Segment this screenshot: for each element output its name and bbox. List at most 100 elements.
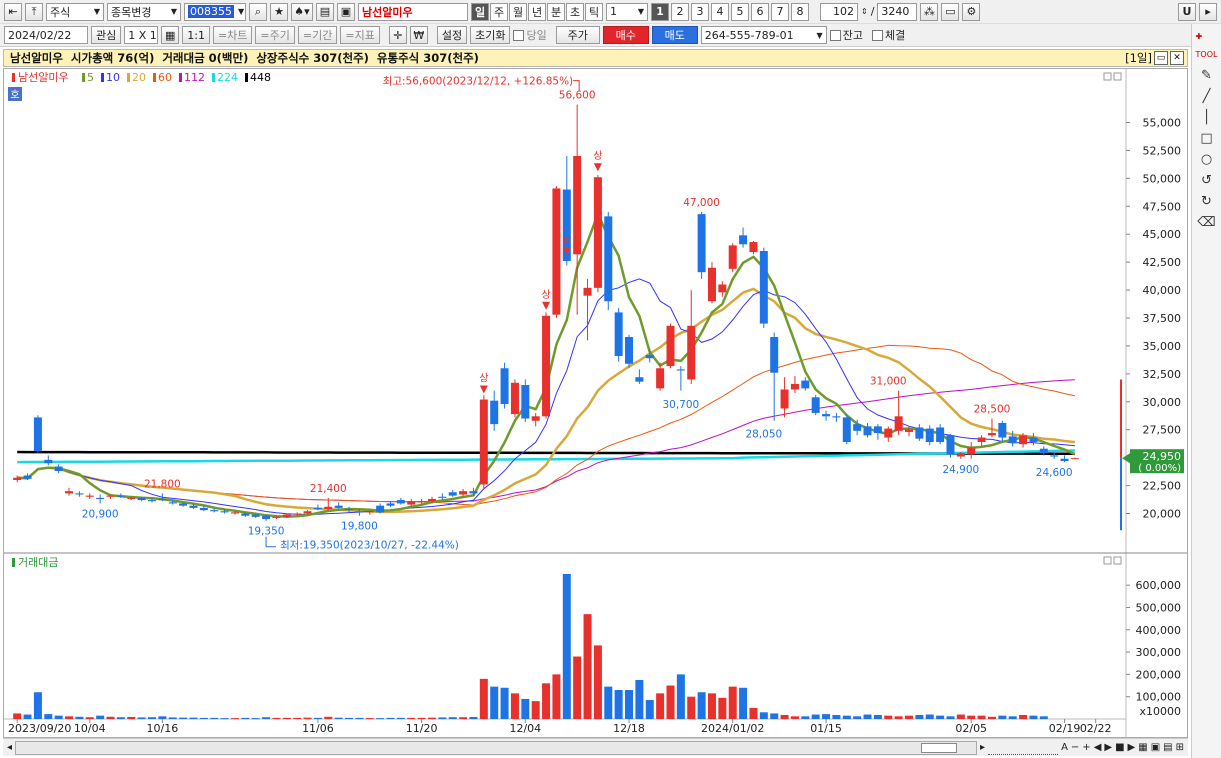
close-icon[interactable]: ✕ xyxy=(1170,51,1184,65)
change-stock-select[interactable]: 종목변경 ▼ xyxy=(107,2,181,21)
rewind-icon[interactable]: ◀ xyxy=(1094,742,1102,753)
candle-body xyxy=(552,188,561,315)
price-tick-label: 27,500 xyxy=(1143,424,1182,437)
count-input[interactable]: 102 xyxy=(820,2,858,21)
restore-icon[interactable]: ▭ xyxy=(1154,51,1168,65)
info-icon[interactable]: ▣ xyxy=(337,2,355,21)
account-select[interactable]: 264-555-789-01 ▼ xyxy=(700,26,827,44)
save-image-icon[interactable]: ▣ xyxy=(1151,742,1160,753)
period-menu-button[interactable]: =주기 xyxy=(255,26,295,44)
forward-icon[interactable]: ▶ xyxy=(1104,742,1112,753)
high-annotation: 최고:56,600(2023/12/12, +126.85%) xyxy=(383,76,574,88)
price-button[interactable]: 주가 xyxy=(555,26,600,44)
print-icon[interactable]: ▤ xyxy=(1163,742,1172,753)
star-icon[interactable]: ★ xyxy=(270,2,288,21)
pin-icon[interactable]: ⇤ xyxy=(4,2,22,21)
chart-menu-button[interactable]: =차트 xyxy=(212,26,253,44)
horizontal-scrollbar[interactable] xyxy=(15,740,978,755)
page-button-5[interactable]: 5 xyxy=(731,2,749,21)
line-icon[interactable]: ╱ xyxy=(1203,88,1211,106)
sell-button[interactable]: 매도 xyxy=(651,26,698,44)
tab-second[interactable]: 초 xyxy=(566,2,584,21)
settings-button[interactable]: 설정 xyxy=(436,26,468,44)
candle-body xyxy=(293,513,302,515)
tab-week[interactable]: 주 xyxy=(490,2,508,21)
excel-icon[interactable]: ▦ xyxy=(1138,742,1147,753)
candle-body xyxy=(479,399,488,485)
page-button-4[interactable]: 4 xyxy=(711,2,729,21)
page-button-2[interactable]: 2 xyxy=(671,2,689,21)
page-button-8[interactable]: 8 xyxy=(791,2,809,21)
zoom-slider[interactable] xyxy=(988,741,1059,755)
volume-bar xyxy=(96,715,105,719)
stock-name-field[interactable]: 남선알미우 xyxy=(358,2,468,21)
range-menu-button[interactable]: =기간 xyxy=(297,26,338,44)
won-icon[interactable]: ₩ xyxy=(409,26,428,44)
u-button[interactable]: U xyxy=(1178,2,1196,21)
reset-button[interactable]: 초기화 xyxy=(470,26,511,44)
zoom-in-icon[interactable]: A xyxy=(1061,742,1068,753)
tab-minute[interactable]: 분 xyxy=(547,2,565,21)
watch-button[interactable]: 관심 xyxy=(91,26,122,44)
period-value-select[interactable]: 1 ▼ xyxy=(606,2,648,21)
page-button-1[interactable]: 1 xyxy=(651,2,669,21)
gear-icon[interactable]: ⚙ xyxy=(962,2,981,21)
eraser-icon[interactable]: ⌫ xyxy=(1197,214,1215,232)
date-field[interactable]: 2024/02/22 xyxy=(4,26,88,44)
volume-bar xyxy=(759,712,768,719)
hline-icon[interactable]: │ xyxy=(1203,109,1211,127)
ratio-button[interactable]: 1:1 xyxy=(182,26,210,44)
candle-body xyxy=(251,514,260,517)
expand-icon[interactable]: ⊞ xyxy=(1176,742,1184,753)
fill-label: 체결 xyxy=(884,29,906,42)
legend-ma-label: 112 xyxy=(184,71,205,84)
buy-button[interactable]: 매수 xyxy=(602,26,649,44)
tab-month[interactable]: 월 xyxy=(509,2,527,21)
top-icon[interactable]: ⤒ xyxy=(25,2,43,21)
search-icon[interactable]: ⌕ xyxy=(249,2,267,21)
chart-panel[interactable]: 56,600 47,000 31,000 28,500 21,800 21,400 20,9… xyxy=(3,68,1188,738)
circle-icon[interactable]: ○ xyxy=(1201,151,1212,169)
balance-checkbox[interactable]: 잔고 xyxy=(829,27,863,43)
fill-checkbox[interactable]: 체결 xyxy=(871,27,906,43)
list-icon[interactable]: ▤ xyxy=(316,2,334,21)
undo-icon[interactable]: ↺ xyxy=(1201,172,1212,190)
stop-icon[interactable]: ■ xyxy=(1115,742,1124,753)
zoom-out-icon[interactable]: − xyxy=(1071,742,1079,753)
same-day-checkbox[interactable]: 당일 xyxy=(513,27,547,43)
scroll-left-icon[interactable]: ◂ xyxy=(7,742,12,753)
grid-icon[interactable]: ⁂ xyxy=(920,2,939,21)
market-type-select[interactable]: 주식 ▼ xyxy=(46,2,104,21)
tab-tick[interactable]: 틱 xyxy=(585,2,603,21)
layout-field[interactable]: 1 X 1 xyxy=(124,26,159,44)
scroll-thumb[interactable] xyxy=(921,742,958,753)
page-button-3[interactable]: 3 xyxy=(691,2,709,21)
page-button-6[interactable]: 6 xyxy=(751,2,769,21)
price-tick-label: 47,500 xyxy=(1143,200,1182,213)
stock-code-input[interactable]: 008355 ▼ xyxy=(184,2,246,21)
candle-body xyxy=(956,453,965,457)
volume-bar xyxy=(749,707,758,719)
add-icon[interactable]: + xyxy=(1082,742,1090,753)
volume-bar xyxy=(334,717,343,719)
crosshair-icon[interactable]: ✛ xyxy=(388,26,407,44)
scroll-right-icon[interactable]: ▸ xyxy=(980,742,985,753)
chevron-right-icon[interactable]: ▸ xyxy=(1199,2,1217,21)
tool-icon[interactable]: ✚ TOOL xyxy=(1196,28,1218,64)
page-button-7[interactable]: 7 xyxy=(771,2,789,21)
tab-day[interactable]: 일 xyxy=(471,2,489,21)
candle-body xyxy=(490,400,499,425)
pen-icon[interactable]: ✎ xyxy=(1201,67,1212,85)
save-icon[interactable]: ▭ xyxy=(941,2,960,21)
price-volume-chart[interactable]: 56,600 47,000 31,000 28,500 21,800 21,400 20,9… xyxy=(4,69,1187,737)
tab-year[interactable]: 년 xyxy=(528,2,546,21)
candle-body xyxy=(635,377,644,382)
alarm-icon[interactable]: ♠▾ xyxy=(291,2,313,21)
rect-icon[interactable]: □ xyxy=(1200,130,1212,148)
play-icon[interactable]: ▶ xyxy=(1128,742,1136,753)
date-tick-label: 01/15 xyxy=(810,722,842,735)
indicator-menu-button[interactable]: =지표 xyxy=(340,26,380,44)
redo-icon[interactable]: ↻ xyxy=(1201,193,1212,211)
spin-icon[interactable]: ⇕ xyxy=(861,7,868,16)
calendar-icon[interactable]: ▦ xyxy=(161,26,180,44)
